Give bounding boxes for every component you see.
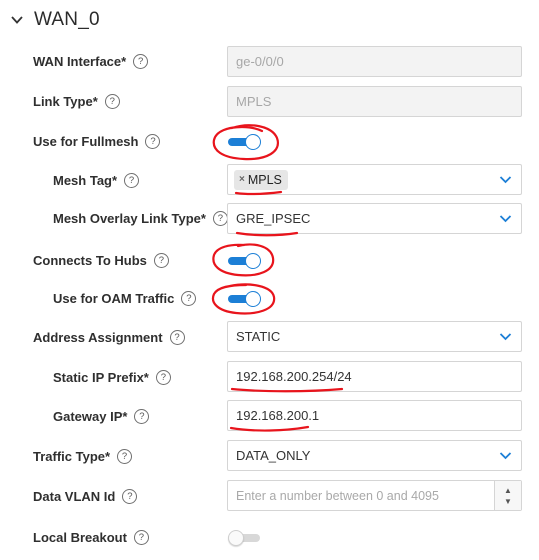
local-breakout-toggle[interactable] <box>228 530 262 546</box>
help-icon[interactable]: ? <box>145 133 161 149</box>
mesh-overlay-link-type-label: Mesh Overlay Link Type* ? <box>53 209 228 227</box>
help-icon[interactable]: ? <box>133 529 149 545</box>
stepper-up-icon[interactable]: ▲ <box>504 485 512 496</box>
gateway-ip-input[interactable]: 192.168.200.1 <box>227 400 522 431</box>
help-icon[interactable]: ? <box>155 369 171 385</box>
chevron-down-icon[interactable] <box>10 13 24 27</box>
mesh-tag-label: Mesh Tag* ? <box>53 171 140 189</box>
traffic-type-label: Traffic Type* ? <box>33 447 133 465</box>
annotation-overlay <box>211 124 344 432</box>
help-icon[interactable]: ? <box>104 93 120 109</box>
help-icon[interactable]: ? <box>124 172 140 188</box>
link-type-label: Link Type* ? <box>33 92 120 110</box>
use-oam-traffic-label: Use for OAM Traffic ? <box>53 289 197 307</box>
use-oam-traffic-toggle[interactable] <box>228 291 262 307</box>
use-fullmesh-label: Use for Fullmesh ? <box>33 132 161 150</box>
data-vlan-id-input[interactable]: Enter a number between 0 and 4095 ▲ ▼ <box>227 480 522 511</box>
help-icon[interactable]: ? <box>153 252 169 268</box>
stepper-down-icon[interactable]: ▼ <box>504 496 512 507</box>
number-stepper[interactable]: ▲ ▼ <box>494 481 521 510</box>
mesh-tag-select[interactable]: × MPLS <box>227 164 522 195</box>
wan-interface-field: ge-0/0/0 <box>227 46 522 77</box>
help-icon[interactable]: ? <box>122 488 138 504</box>
static-ip-prefix-label: Static IP Prefix* ? <box>53 368 171 386</box>
local-breakout-label: Local Breakout ? <box>33 528 149 546</box>
chevron-down-icon[interactable] <box>499 214 512 223</box>
toggle-knob <box>245 291 261 307</box>
wan-interface-label: WAN Interface* ? <box>33 52 149 70</box>
mesh-tag-chip: × MPLS <box>234 169 288 190</box>
link-type-field: MPLS <box>227 86 522 117</box>
connects-to-hubs-label: Connects To Hubs ? <box>33 251 169 269</box>
help-icon[interactable]: ? <box>169 329 185 345</box>
address-assignment-label: Address Assignment ? <box>33 328 185 346</box>
connects-to-hubs-toggle[interactable] <box>228 253 262 269</box>
toggle-knob <box>228 530 244 546</box>
help-icon[interactable]: ? <box>134 408 150 424</box>
help-icon[interactable]: ? <box>181 290 197 306</box>
section-header[interactable]: WAN_0 <box>10 6 100 34</box>
chevron-down-icon[interactable] <box>499 175 512 184</box>
help-icon[interactable]: ? <box>117 448 133 464</box>
data-vlan-id-label: Data VLAN Id ? <box>33 487 138 505</box>
address-assignment-select[interactable]: STATIC <box>227 321 522 352</box>
help-icon[interactable]: ? <box>133 53 149 69</box>
traffic-type-select[interactable]: DATA_ONLY <box>227 440 522 471</box>
use-fullmesh-toggle[interactable] <box>228 134 262 150</box>
chevron-down-icon[interactable] <box>499 451 512 460</box>
toggle-knob <box>245 253 261 269</box>
static-ip-prefix-input[interactable]: 192.168.200.254/24 <box>227 361 522 392</box>
section-title: WAN_0 <box>34 9 100 30</box>
help-icon[interactable]: ? <box>212 210 228 226</box>
gateway-ip-label: Gateway IP* ? <box>53 407 150 425</box>
mesh-overlay-link-type-select[interactable]: GRE_IPSEC <box>227 203 522 234</box>
chip-remove-icon[interactable]: × <box>239 174 245 185</box>
chevron-down-icon[interactable] <box>499 332 512 341</box>
toggle-knob <box>245 134 261 150</box>
